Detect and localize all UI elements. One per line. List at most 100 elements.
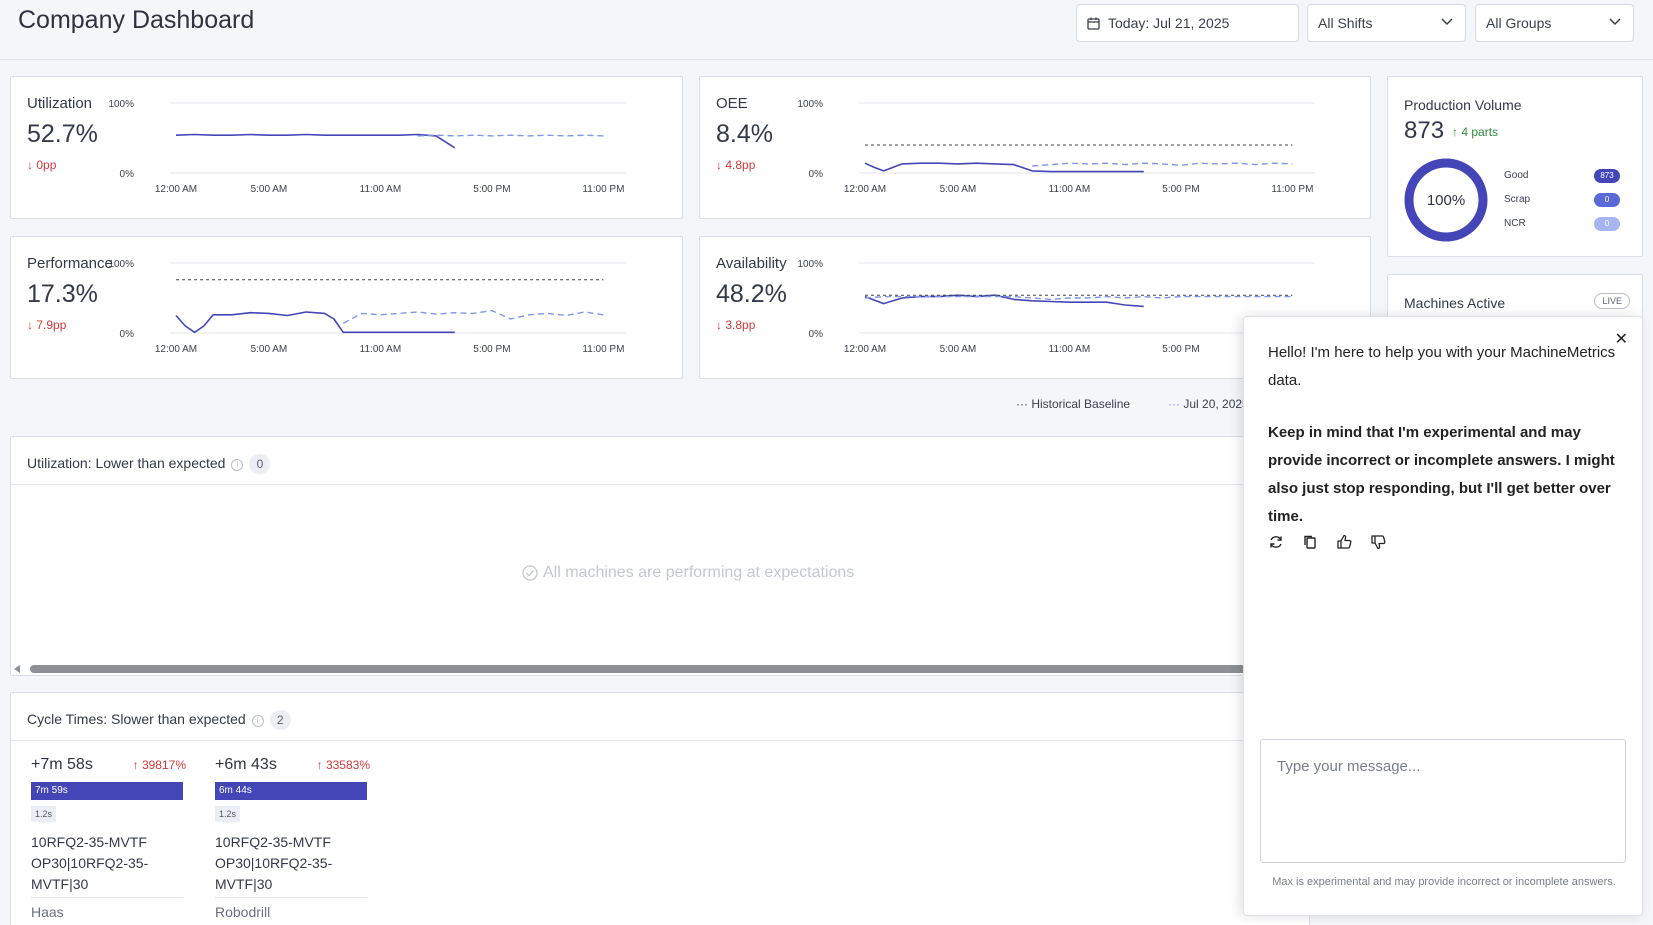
metric-card-utilization[interactable]: Utilization 52.7% ↓ 0pp 100% 0% 12:00 AM 5:… <box>10 76 683 219</box>
current-series-line <box>175 133 456 149</box>
y-tick-label: 0% <box>120 329 135 340</box>
chat-disclaimer: Max is experimental and may provide inco… <box>1272 876 1616 888</box>
x-tick-label: 11:00 AM <box>1049 344 1091 355</box>
x-tick-label: 12:00 AM <box>844 184 886 195</box>
x-tick-label: 5:00 AM <box>251 344 288 355</box>
scroll-left-arrow-icon[interactable] <box>14 665 20 673</box>
empty-state-text: All machines are performing at expectati… <box>543 564 855 581</box>
cycle-pct-value: 39817% <box>141 758 186 772</box>
dashed-line-icon: ··· <box>1168 397 1180 411</box>
production-delta-value: 4 parts <box>1461 125 1499 139</box>
metric-delta-value: 7.9pp <box>36 318 67 332</box>
shift-select[interactable]: All Shifts <box>1307 4 1466 42</box>
production-badge-ncr: 0 <box>1594 217 1620 231</box>
x-tick-label: 11:00 PM <box>582 344 624 355</box>
metric-title: Availability <box>716 255 787 272</box>
metric-delta: ↓ 0pp <box>27 158 57 172</box>
cycle-pct: ↑ 39817% <box>132 758 186 772</box>
y-tick-label: 100% <box>108 259 134 270</box>
chat-panel: ✕ Hello! I'm here to help you with your … <box>1243 316 1643 916</box>
chevron-down-icon <box>1609 18 1621 26</box>
group-select-value: All Groups <box>1486 15 1552 31</box>
cycle-actual-bar: 6m 44s <box>215 782 367 800</box>
part-name: 10RFQ2-35-MVTF OP30|10RFQ2-35-MVTF|30 <box>31 834 149 892</box>
chat-warning: Keep in mind that I'm experimental and m… <box>1268 424 1615 525</box>
metric-card-performance[interactable]: Performance 17.3% ↓ 7.9pp 100% 0% 12:00 AM… <box>10 236 683 379</box>
utilization-panel-title: Utilization: Lower than expected <box>27 455 226 471</box>
production-title: Production Volume <box>1404 97 1522 113</box>
production-value: 873 <box>1404 117 1445 144</box>
refresh-icon[interactable] <box>1268 534 1284 550</box>
metric-title: Performance <box>27 255 113 272</box>
part-name: 10RFQ2-35-MVTF OP30|10RFQ2-35-MVTF|30 <box>215 834 333 892</box>
metric-value: 48.2% <box>716 280 787 308</box>
x-tick-label: 11:00 PM <box>1271 184 1313 195</box>
production-volume-card[interactable]: Production Volume 873 ↑ 4 parts 100% Goo… <box>1387 76 1643 257</box>
metric-delta-value: 4.8pp <box>725 158 756 172</box>
horizontal-scrollbar[interactable] <box>12 663 1262 675</box>
y-tick-label: 100% <box>108 99 134 110</box>
legend-baseline-label: Historical Baseline <box>1031 397 1131 411</box>
chevron-down-icon <box>1441 18 1453 26</box>
x-tick-label: 5:00 AM <box>940 184 977 195</box>
x-tick-label: 5:00 AM <box>940 344 977 355</box>
metric-card-oee[interactable]: OEE 8.4% ↓ 4.8pp 100% 0% 12:00 AM 5:00 AM 11… <box>699 76 1371 219</box>
x-tick-label: 12:00 AM <box>155 184 197 195</box>
utilization-chart: 100% 0% 12:00 AM 5:00 AM 11:00 AM 5:00 PM 11:0… <box>108 99 626 195</box>
scrollbar-thumb[interactable] <box>30 665 1262 673</box>
metric-delta: ↓ 3.8pp <box>716 318 756 332</box>
previous-day-series-line <box>1032 162 1293 167</box>
legend-previous-label: Jul 20, 2025 <box>1183 397 1249 411</box>
check-circle-icon <box>522 565 538 581</box>
cycle-pct-value: 33583% <box>325 758 370 772</box>
previous-day-series-line <box>864 295 1293 301</box>
machine-name: Haas <box>31 904 64 920</box>
oee-chart: 100% 0% 12:00 AM 5:00 AM 11:00 AM 5:00 PM 11:0… <box>797 99 1315 195</box>
metric-delta: ↓ 7.9pp <box>27 318 67 332</box>
shift-select-value: All Shifts <box>1318 15 1373 31</box>
chat-message-input[interactable]: Type your message... <box>1260 739 1626 863</box>
date-picker[interactable]: Today: Jul 21, 2025 <box>1076 4 1299 42</box>
cycle-time-item[interactable]: +7m 58s ↑ 39817% 7m 59s 1.2s 10RFQ2-35-M… <box>31 756 186 921</box>
cycle-panel-title: Cycle Times: Slower than expected <box>27 711 246 727</box>
legend-previous: ··· Jul 20, 2025 <box>1168 397 1249 411</box>
current-series-line <box>175 311 455 334</box>
x-tick-label: 11:00 PM <box>582 184 624 195</box>
x-tick-label: 5:00 PM <box>473 184 510 195</box>
x-tick-label: 5:00 AM <box>251 184 288 195</box>
metric-value: 52.7% <box>27 120 98 148</box>
metric-title: Utilization <box>27 95 93 112</box>
machines-active-title: Machines Active <box>1404 295 1506 311</box>
production-row-scrap: Scrap <box>1504 194 1531 205</box>
info-icon[interactable]: i <box>251 715 264 727</box>
cycle-actual-bar: 7m 59s <box>31 782 183 800</box>
metric-delta-value: 0pp <box>36 158 57 172</box>
group-select[interactable]: All Groups <box>1475 4 1634 42</box>
calendar-icon <box>1087 17 1100 30</box>
divider <box>11 484 1309 485</box>
y-tick-label: 0% <box>809 329 824 340</box>
x-tick-label: 5:00 PM <box>473 344 510 355</box>
production-badge-good: 873 <box>1594 169 1620 183</box>
metric-delta: ↓ 4.8pp <box>716 158 756 172</box>
x-tick-label: 5:00 PM <box>1162 344 1199 355</box>
x-tick-label: 11:00 AM <box>360 184 402 195</box>
info-icon[interactable]: i <box>231 459 244 471</box>
current-series-line <box>864 162 1144 173</box>
chat-greeting: Hello! I'm here to help you with your Ma… <box>1268 344 1616 389</box>
thumbs-up-icon[interactable] <box>1336 534 1352 550</box>
x-tick-label: 5:00 PM <box>1162 184 1199 195</box>
cycle-expected-bar: 1.2s <box>215 806 241 822</box>
x-tick-label: 12:00 AM <box>155 344 197 355</box>
x-tick-label: 11:00 AM <box>360 344 402 355</box>
thumbs-down-icon[interactable] <box>1370 534 1386 550</box>
empty-state-message: All machines are performing at expectati… <box>522 564 854 582</box>
copy-icon[interactable] <box>1302 534 1318 550</box>
cycle-time-item[interactable]: +6m 43s ↑ 33583% 6m 44s 1.2s 10RFQ2-35-M… <box>215 756 370 921</box>
live-badge: LIVE <box>1594 293 1630 309</box>
donut-label: 100% <box>1427 192 1465 209</box>
cycle-delta: +7m 58s <box>31 756 93 773</box>
date-label: Today: Jul 21, 2025 <box>1108 15 1230 31</box>
divider <box>11 740 1309 741</box>
utilization-panel: Utilization: Lower than expected i 0 <box>10 436 1310 676</box>
